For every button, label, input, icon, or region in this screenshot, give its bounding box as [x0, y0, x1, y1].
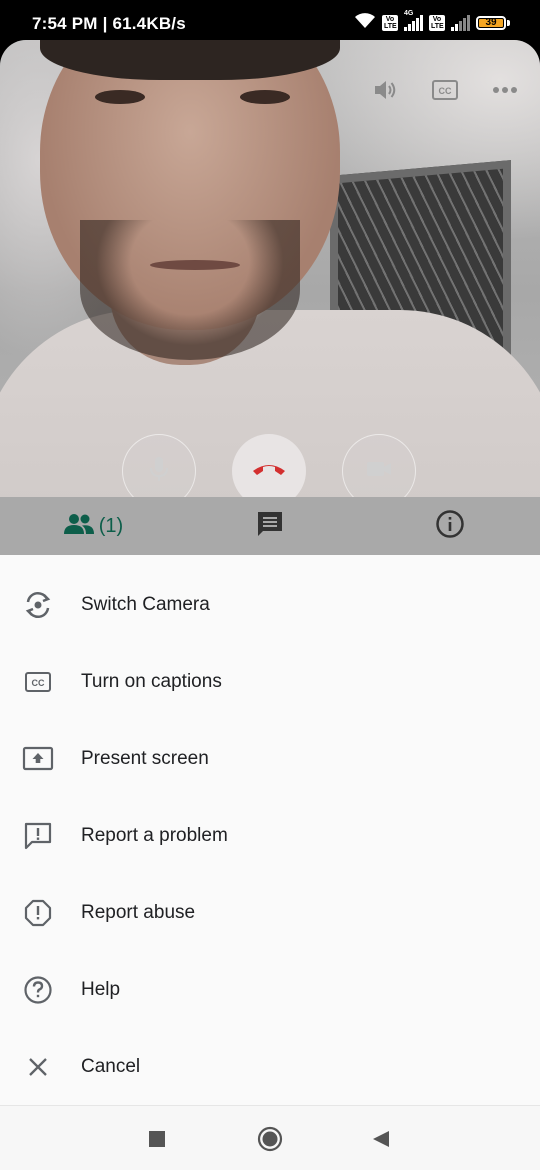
svg-text:CC: CC [32, 678, 45, 688]
tab-participants[interactable]: (1) [58, 497, 128, 555]
menu-item-label: Present screen [81, 747, 209, 769]
home-icon[interactable] [255, 1124, 285, 1154]
signal-icon: 4G [404, 10, 423, 31]
menu-item-present-screen[interactable]: Present screen [0, 720, 540, 797]
camera-button[interactable] [342, 434, 416, 497]
back-icon[interactable] [366, 1124, 396, 1154]
more-icon[interactable] [490, 76, 520, 104]
video-person-beard [80, 220, 300, 360]
tab-info[interactable] [430, 497, 470, 555]
end-call-button[interactable] [232, 434, 306, 497]
tab-chat[interactable] [250, 497, 290, 555]
signal-icon-2 [451, 15, 470, 31]
menu-item-label: Turn on captions [81, 670, 222, 692]
video-top-controls: CC [370, 76, 520, 104]
video-camera-icon [365, 459, 393, 484]
battery-level: 39 [485, 17, 497, 28]
status-bar: 7:54 PM | 61.4KB/s Vo LTE 4G Vo LTE 39 [0, 0, 540, 44]
captions-icon: CC [22, 666, 54, 698]
network-type-label: 4G [404, 10, 414, 17]
switch-camera-icon [22, 589, 54, 621]
participants-count: (1) [98, 514, 124, 537]
close-icon [22, 1051, 54, 1083]
end-call-icon [251, 461, 287, 482]
menu-item-label: Switch Camera [81, 593, 210, 615]
svg-text:CC: CC [439, 86, 452, 96]
mic-button[interactable] [122, 434, 196, 497]
menu-item-label: Report a problem [81, 824, 228, 846]
menu-item-report-abuse[interactable]: Report abuse [0, 874, 540, 951]
video-feed[interactable]: CC [0, 40, 540, 497]
menu-item-report-problem[interactable]: Report a problem [0, 797, 540, 874]
report-abuse-icon [22, 897, 54, 929]
video-person-eye [95, 90, 145, 104]
people-icon [63, 513, 95, 540]
menu-item-help[interactable]: Help [0, 951, 540, 1028]
status-icons: Vo LTE 4G Vo LTE 39 [354, 10, 510, 34]
video-person-mouth [150, 260, 240, 270]
menu-item-label: Help [81, 978, 121, 1000]
recents-icon[interactable] [142, 1124, 172, 1154]
status-time: 7:54 PM | 61.4KB/s [32, 14, 186, 33]
system-nav-bar [0, 1105, 540, 1170]
help-icon [22, 974, 54, 1006]
wifi-icon [354, 12, 376, 34]
info-icon [435, 509, 465, 544]
chat-icon [255, 510, 285, 543]
menu-item-switch-camera[interactable]: Switch Camera [0, 566, 540, 643]
call-controls [0, 434, 540, 497]
menu-item-label: Report abuse [81, 901, 196, 923]
video-person-eye [240, 90, 290, 104]
battery-icon: 39 [476, 16, 506, 30]
volume-icon[interactable] [370, 76, 400, 104]
menu-item-label: Cancel [81, 1055, 141, 1077]
call-tabs: (1) [0, 497, 540, 555]
report-problem-icon [22, 820, 54, 852]
menu-item-cancel[interactable]: Cancel [0, 1028, 540, 1105]
options-menu: Switch Camera CC Turn on captions Presen… [0, 555, 540, 1105]
volte-badge-2: Vo LTE [429, 15, 445, 31]
battery-tip [507, 20, 510, 26]
menu-item-turn-on-captions[interactable]: CC Turn on captions [0, 643, 540, 720]
present-screen-icon [22, 743, 54, 775]
cc-icon[interactable]: CC [430, 76, 460, 104]
microphone-icon [148, 455, 170, 488]
volte-badge: Vo LTE [382, 15, 398, 31]
